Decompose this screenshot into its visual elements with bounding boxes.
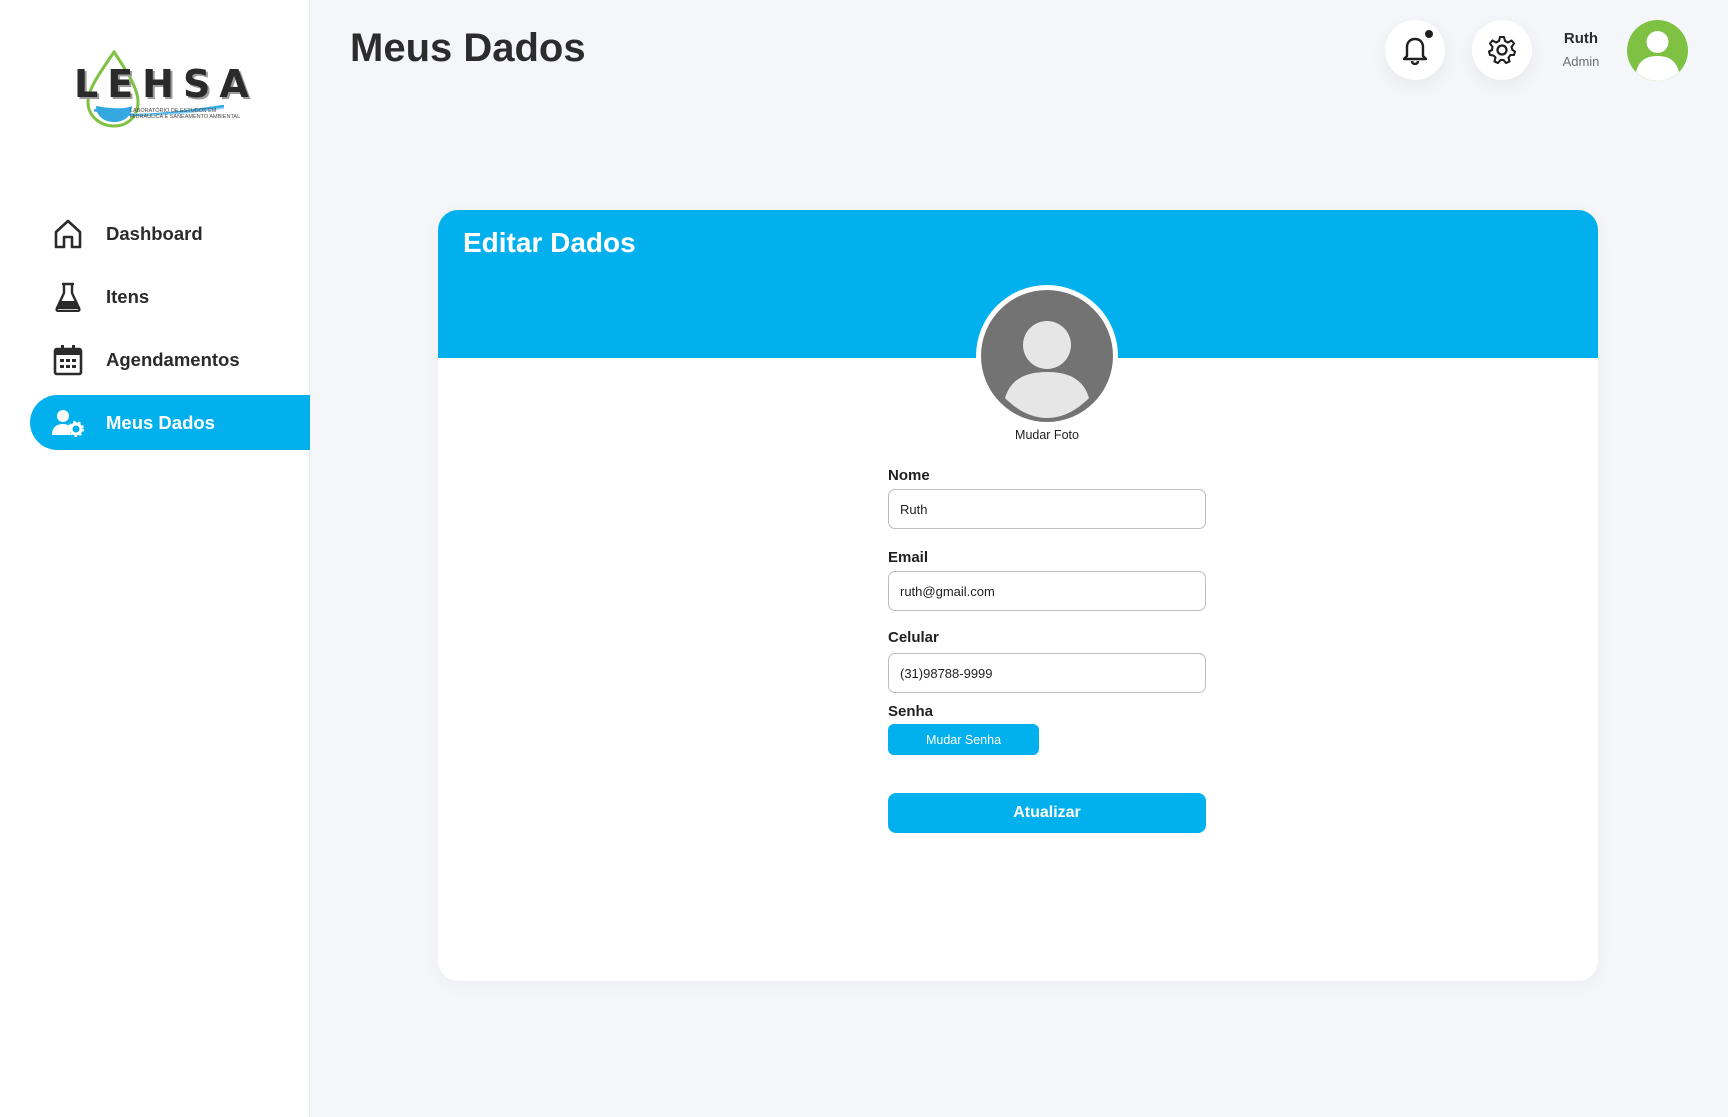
logo-text: LEHSA (74, 62, 258, 106)
profile-photo-placeholder (981, 290, 1113, 422)
profile-photo[interactable] (976, 285, 1118, 427)
sidebar-item-agendamentos[interactable]: Agendamentos (0, 332, 310, 387)
flask-icon (52, 281, 84, 313)
lehsa-logo[interactable]: LEHSA Laboratório de Estudos em Hidráuli… (74, 50, 249, 130)
user-role: Admin (1562, 54, 1600, 69)
notification-dot (1425, 30, 1433, 38)
settings-button[interactable] (1472, 20, 1532, 80)
user-placeholder-icon (1005, 321, 1089, 418)
page-title: Meus Dados (350, 26, 586, 70)
phone-field[interactable] (888, 653, 1206, 693)
phone-label: Celular (888, 629, 939, 646)
calendar-icon (52, 344, 84, 376)
sidebar-nav: Dashboard Itens Agendamentos Meus Dados (0, 206, 310, 458)
sidebar-item-meus-dados[interactable]: Meus Dados (30, 395, 310, 450)
name-field[interactable] (888, 489, 1206, 529)
password-label: Senha (888, 703, 934, 720)
email-label: Email (888, 549, 929, 566)
logo-subtitle: Laboratório de Estudos em Hidráulica e S… (130, 108, 241, 120)
sidebar: LEHSA Laboratório de Estudos em Hidráuli… (0, 0, 310, 1117)
user-name: Ruth (1563, 30, 1599, 47)
sidebar-item-label: Agendamentos (106, 348, 240, 370)
edit-data-card: Editar Dados Mudar Foto Nome Email Celul… (438, 210, 1598, 981)
change-password-button[interactable]: Mudar Senha (888, 724, 1039, 755)
sidebar-item-itens[interactable]: Itens (0, 269, 310, 324)
update-button[interactable]: Atualizar (888, 793, 1206, 833)
user-avatar-icon (1636, 31, 1679, 81)
sidebar-item-dashboard[interactable]: Dashboard (0, 206, 310, 261)
sidebar-item-label: Itens (106, 285, 150, 307)
sidebar-item-label: Meus Dados (106, 411, 215, 433)
user-gear-icon (52, 407, 84, 439)
bell-icon (1402, 37, 1428, 65)
home-icon (52, 218, 84, 250)
user-avatar[interactable] (1627, 20, 1688, 81)
name-label: Nome (888, 467, 930, 484)
card-title: Editar Dados (463, 227, 636, 258)
change-photo-link[interactable]: Mudar Foto (987, 428, 1107, 442)
sidebar-item-label: Dashboard (106, 222, 203, 244)
gear-icon (1487, 35, 1517, 65)
email-field[interactable] (888, 571, 1206, 611)
notifications-button[interactable] (1385, 20, 1445, 80)
